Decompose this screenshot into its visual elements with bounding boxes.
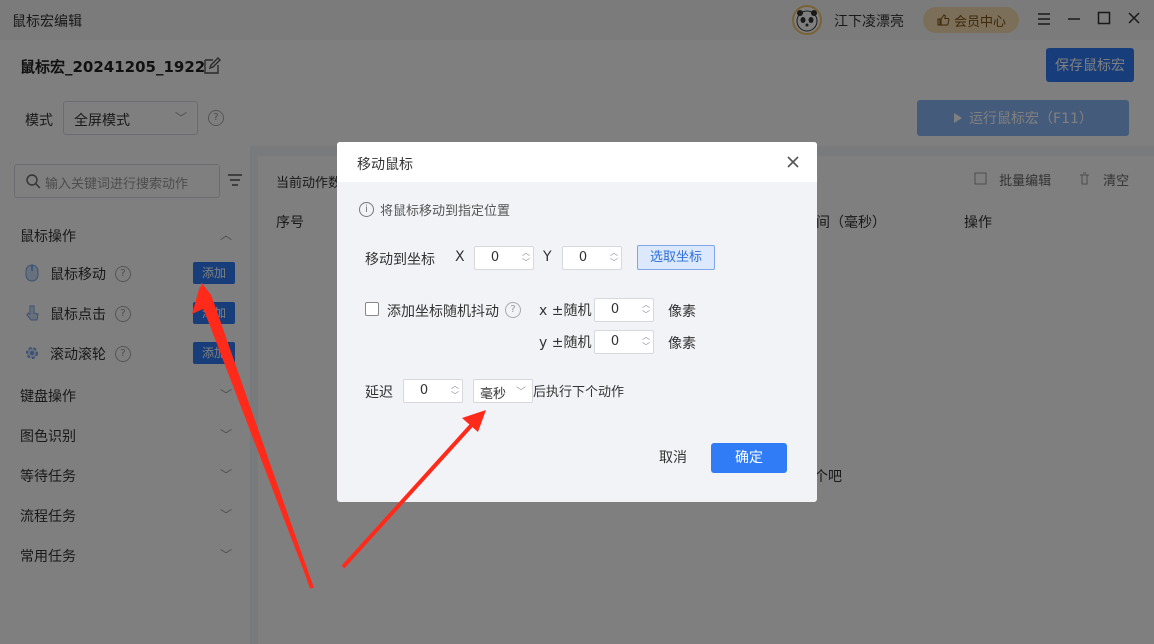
stepper-arrows-icon[interactable]: ︿ ﹀ <box>609 248 619 268</box>
y-random-value: 0 <box>610 334 620 349</box>
close-icon[interactable] <box>785 154 801 170</box>
y-random-label: y ±随机 <box>539 335 592 351</box>
y-coordinate-input[interactable]: 0 ︿ ﹀ <box>562 246 622 270</box>
stepper-arrows-icon[interactable]: ︿ ﹀ <box>641 300 651 320</box>
info-icon: i <box>359 202 374 217</box>
x-label: X <box>455 249 465 265</box>
stepper-arrows-icon[interactable]: ︿ ﹀ <box>521 248 531 268</box>
chevron-down-icon: ﹀ <box>516 387 526 398</box>
stepper-arrows-icon[interactable]: ︿ ﹀ <box>450 381 460 401</box>
dialog-header: 移动鼠标 <box>337 142 817 182</box>
delay-unit-value: 毫秒 <box>480 387 507 402</box>
move-to-label: 移动到坐标 <box>365 252 435 268</box>
cancel-button[interactable]: 取消 <box>645 443 701 473</box>
pick-coordinate-button[interactable]: 选取坐标 <box>637 245 715 270</box>
dialog-title: 移动鼠标 <box>357 157 413 173</box>
x-coordinate-input[interactable]: 0 ︿ ﹀ <box>474 246 534 270</box>
x-random-value: 0 <box>610 302 620 317</box>
x-random-label: x ±随机 <box>539 303 592 319</box>
jitter-label[interactable]: 添加坐标随机抖动 <box>387 301 499 321</box>
pixel-unit-label: 像素 <box>668 304 696 320</box>
delay-value: 0 <box>419 383 429 398</box>
dialog-info: i 将鼠标移动到指定位置 <box>359 200 510 219</box>
help-icon[interactable]: ? <box>505 302 521 318</box>
delay-unit-select[interactable]: 毫秒 ﹀ <box>473 379 533 403</box>
delay-input[interactable]: 0 ︿ ﹀ <box>403 379 463 403</box>
x-random-input[interactable]: 0 ︿ ﹀ <box>594 298 654 322</box>
x-value: 0 <box>490 250 500 265</box>
delay-label: 延迟 <box>365 385 393 401</box>
stepper-arrows-icon[interactable]: ︿ ﹀ <box>641 332 651 352</box>
y-random-input[interactable]: 0 ︿ ﹀ <box>594 330 654 354</box>
y-label: Y <box>543 249 552 265</box>
confirm-button[interactable]: 确定 <box>711 443 787 473</box>
pixel-unit-label: 像素 <box>668 336 696 352</box>
jitter-checkbox[interactable] <box>365 302 379 316</box>
delay-suffix-label: 后执行下个动作 <box>533 385 625 400</box>
move-mouse-dialog: 移动鼠标 i 将鼠标移动到指定位置 移动到坐标 X 0 ︿ ﹀ Y 0 ︿ ﹀ 选取… <box>337 142 817 502</box>
y-value: 0 <box>578 250 588 265</box>
dialog-info-text: 将鼠标移动到指定位置 <box>380 204 511 219</box>
